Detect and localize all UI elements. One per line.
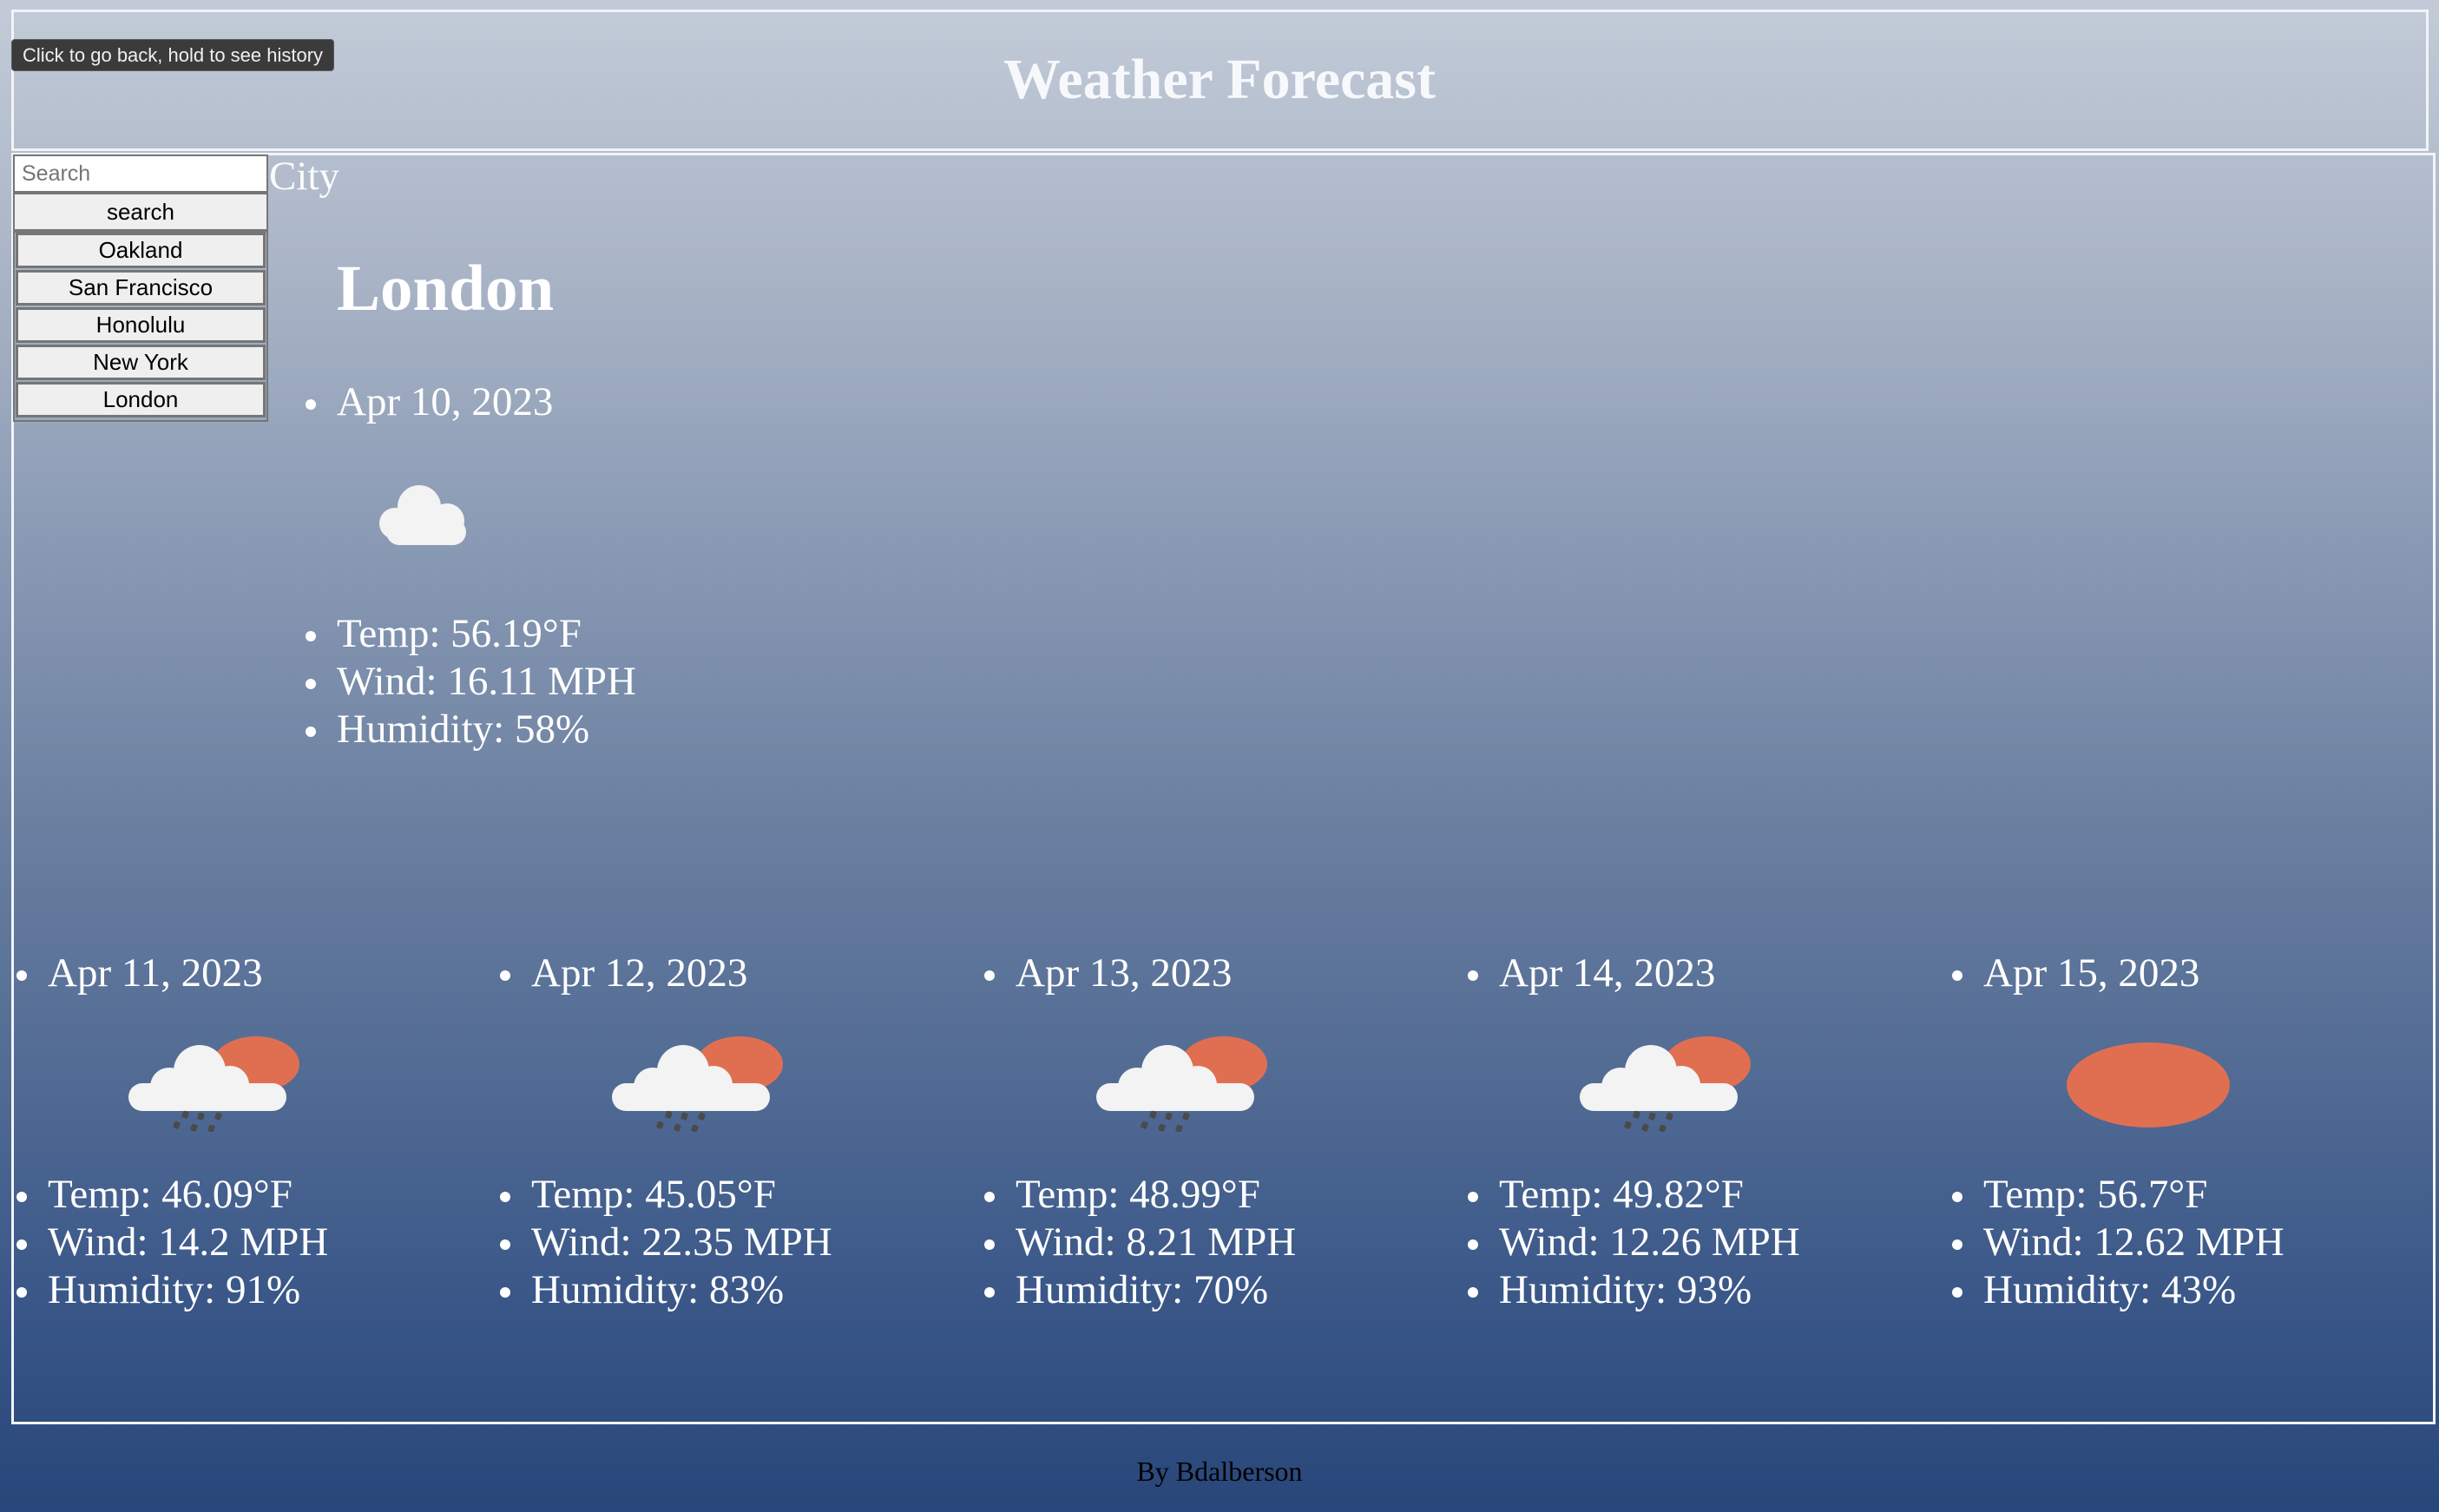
current-humidity: Humidity: 58%	[305, 707, 590, 752]
forecast-humidity: Humidity: 91%	[16, 1267, 301, 1312]
search-input[interactable]	[13, 154, 268, 193]
forecast-humidity: Humidity: 43%	[1951, 1267, 2237, 1312]
forecast-date: Apr 15, 2023	[1951, 950, 2200, 996]
back-button-tooltip: Click to go back, hold to see history	[11, 39, 335, 71]
rain-sun-cloud-icon	[1096, 1036, 1267, 1132]
forecast-humidity: Humidity: 93%	[1467, 1267, 1752, 1312]
forecast-humidity: Humidity: 70%	[983, 1267, 1269, 1312]
page-title: Weather Forecast	[1003, 48, 1436, 111]
cloud-icon	[379, 485, 466, 545]
forecast-wind: Wind: 12.62 MPH	[1952, 1219, 2285, 1265]
current-wind: Wind: 16.11 MPH	[306, 659, 636, 704]
rain-sun-cloud-icon	[612, 1036, 783, 1132]
rain-sun-cloud-icon	[1580, 1036, 1751, 1132]
current-date: Apr 10, 2023	[305, 379, 554, 424]
forecast-temp: Temp: 48.99°F	[984, 1172, 1260, 1217]
forecast-date: Apr 14, 2023	[1467, 950, 1716, 996]
forecast-temp: Temp: 56.7°F	[1951, 1172, 2208, 1217]
current-temp: Temp: 56.19°F	[306, 611, 582, 656]
current-city-name: London	[337, 253, 555, 325]
history-item-london[interactable]: London	[16, 382, 266, 417]
sun-icon	[2067, 1042, 2230, 1127]
history-item-oakland[interactable]: Oakland	[16, 233, 266, 268]
forecast-date: Apr 11, 2023	[16, 950, 263, 996]
forecast-date: Apr 13, 2023	[983, 950, 1233, 996]
forecast-humidity: Humidity: 83%	[499, 1267, 785, 1312]
forecast-wind: Wind: 14.2 MPH	[16, 1219, 329, 1265]
forecast-temp: Temp: 45.05°F	[500, 1172, 776, 1217]
history-item-honolulu[interactable]: Honolulu	[16, 307, 266, 343]
rain-sun-cloud-icon	[128, 1036, 299, 1132]
forecast-wind: Wind: 12.26 MPH	[1468, 1219, 1800, 1265]
search-button[interactable]: search	[13, 193, 268, 231]
forecast-temp: Temp: 49.82°F	[1468, 1172, 1744, 1217]
history-item-new-york[interactable]: New York	[16, 345, 266, 380]
forecast-date: Apr 12, 2023	[499, 950, 748, 996]
forecast-wind: Wind: 22.35 MPH	[500, 1219, 832, 1265]
forecast-temp: Temp: 46.09°F	[16, 1172, 293, 1217]
footer-credit: By Bdalberson	[1136, 1456, 1303, 1487]
city-section-label: City	[269, 154, 339, 199]
forecast-wind: Wind: 8.21 MPH	[983, 1219, 1297, 1265]
history-item-san-francisco[interactable]: San Francisco	[16, 270, 266, 306]
